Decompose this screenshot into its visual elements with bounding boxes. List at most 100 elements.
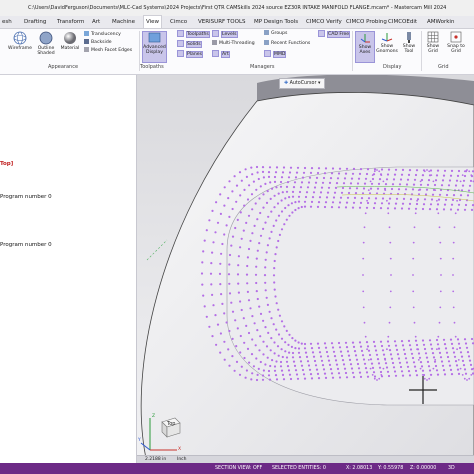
toolpath-point — [243, 204, 246, 207]
outline-shaded-button[interactable]: Outline Shaded — [33, 31, 59, 56]
toolpath-point — [321, 181, 325, 184]
cplane-mode[interactable]: 3D — [448, 463, 455, 474]
toolpath-point — [401, 374, 405, 377]
toolpath-point — [377, 182, 381, 185]
toolpath-point — [359, 168, 363, 171]
groups-manager-toggle[interactable]: Groups — [264, 30, 287, 37]
toolpath-point — [452, 241, 455, 244]
graphics-viewport[interactable]: ✚ AutoCursor ▾ Top Z X Y — [137, 75, 474, 463]
material-button[interactable]: Material — [59, 31, 81, 51]
snap-to-grid-button[interactable]: Snap to Grid — [445, 31, 467, 54]
toolpath-point — [405, 361, 409, 364]
toolpath-point — [251, 208, 254, 211]
toolpath-point — [427, 179, 431, 182]
toolpath-point — [423, 347, 427, 351]
tab-view[interactable]: View — [143, 15, 163, 28]
tab-cimco-probing[interactable]: CIMCO Probing — [344, 16, 389, 28]
window-title: C:\Users\DavidFerguson\Documents\MLC-Cad… — [28, 5, 447, 11]
toolpath-point — [227, 273, 231, 276]
tab-drafting[interactable]: Drafting — [22, 16, 48, 28]
toolpath-point — [333, 191, 337, 194]
recent-functions-toggle[interactable]: Recent Functions — [264, 40, 310, 47]
toolpath-point — [277, 333, 281, 336]
toolpath-point — [256, 373, 259, 376]
backside-toggle[interactable]: Backside — [84, 39, 112, 46]
toolpath-point — [236, 218, 239, 221]
tab-cimcoedit[interactable]: CIMCOEdit — [386, 16, 419, 28]
toolpath-point — [374, 197, 378, 200]
toolpath-point — [275, 166, 279, 169]
toolpaths-manager-toggle[interactable]: Toolpaths — [177, 30, 210, 38]
toolpath-point — [269, 181, 272, 184]
tab-cimco-verify[interactable]: CIMCO Verify — [304, 16, 344, 28]
toolpath-point — [319, 355, 323, 358]
translucency-toggle[interactable]: Translucency — [84, 31, 121, 38]
mesh-facet-edges-toggle[interactable]: Mesh Facet Edges — [84, 47, 132, 54]
section-view-status[interactable]: SECTION VIEW: OFF — [215, 463, 262, 474]
tab-verisurf-tools[interactable]: VERISURF TOOLS — [196, 16, 248, 28]
art-manager-toggle[interactable]: Art — [212, 50, 230, 58]
toolpath-point — [370, 362, 374, 365]
tab-art[interactable]: Art — [90, 16, 102, 28]
toolpath-point — [427, 365, 431, 368]
toolpath-point — [367, 197, 371, 200]
toolpath-point — [451, 198, 455, 201]
advanced-display-icon — [148, 32, 161, 43]
advanced-display-button[interactable]: Advanced Display — [142, 31, 167, 63]
toolpath-point — [208, 219, 211, 222]
toolpath-point — [303, 200, 307, 203]
toolpath-point — [273, 194, 276, 197]
wireframe-button[interactable]: Wireframe — [8, 31, 32, 51]
toolpath-point — [256, 297, 259, 301]
levels-icon — [212, 30, 219, 37]
tab-mesh[interactable]: esh — [0, 16, 14, 28]
toolpath-point — [379, 340, 383, 343]
toolpath-point — [280, 337, 284, 340]
toolpath-point — [301, 368, 305, 372]
toolpath-point — [350, 367, 354, 370]
toolpath-point — [297, 207, 300, 210]
view-cube-label: Top — [167, 421, 176, 427]
tab-cimco[interactable]: Cimco — [168, 16, 189, 28]
toolpath-point — [246, 347, 250, 350]
toolpath-point — [450, 203, 454, 206]
toolpath-point — [223, 340, 226, 343]
planes-manager-toggle[interactable]: Planes — [177, 50, 203, 58]
toolpath-point — [422, 203, 426, 206]
toolpath-point — [267, 331, 270, 334]
show-grid-button[interactable]: Show Grid — [424, 31, 442, 54]
multi-threading-toggle[interactable]: Multi-Threading — [212, 40, 255, 47]
toolpath-point — [330, 206, 334, 209]
show-tool-button[interactable]: Show Tool — [400, 31, 418, 54]
tab-transform[interactable]: Transform — [55, 16, 86, 28]
toolpath-point — [440, 274, 442, 276]
toolpath-point — [228, 364, 231, 367]
toolpath-point — [351, 341, 355, 344]
tab-amworkin[interactable]: AMWorkin — [425, 16, 456, 28]
toolpath-point — [397, 188, 401, 191]
show-axes-button[interactable]: Show Axes — [355, 31, 375, 63]
autocursor-toolbar[interactable]: ✚ AutoCursor ▾ — [279, 78, 326, 89]
toolpath-point — [442, 369, 446, 372]
toolpath-point — [300, 205, 303, 209]
tab-mp-design-tools[interactable]: MP Design Tools — [252, 16, 300, 28]
toolpath-point — [400, 370, 404, 373]
toolpath-point — [370, 182, 374, 185]
mmd-toggle[interactable]: MMD — [264, 50, 287, 58]
solids-manager-toggle[interactable]: Solids — [177, 40, 202, 48]
cad-free-toggle[interactable]: CAD Free — [318, 30, 351, 38]
toolpath-point — [463, 368, 467, 371]
toolpath-point — [314, 181, 318, 184]
tab-machine[interactable]: Machine — [110, 16, 137, 28]
toolpath-point — [237, 264, 240, 267]
toolpath-point — [237, 291, 240, 294]
toolpath-point — [261, 170, 265, 173]
levels-manager-toggle[interactable]: Levels — [212, 30, 238, 38]
toolpath-point — [457, 359, 460, 361]
toolpath-point — [201, 261, 204, 264]
show-gnomons-button[interactable]: Show Gnomons — [375, 31, 399, 54]
toolpath-point — [460, 355, 464, 358]
toolpath-point — [412, 274, 414, 276]
toolpath-point — [402, 197, 406, 200]
toolpath-point — [223, 204, 226, 207]
